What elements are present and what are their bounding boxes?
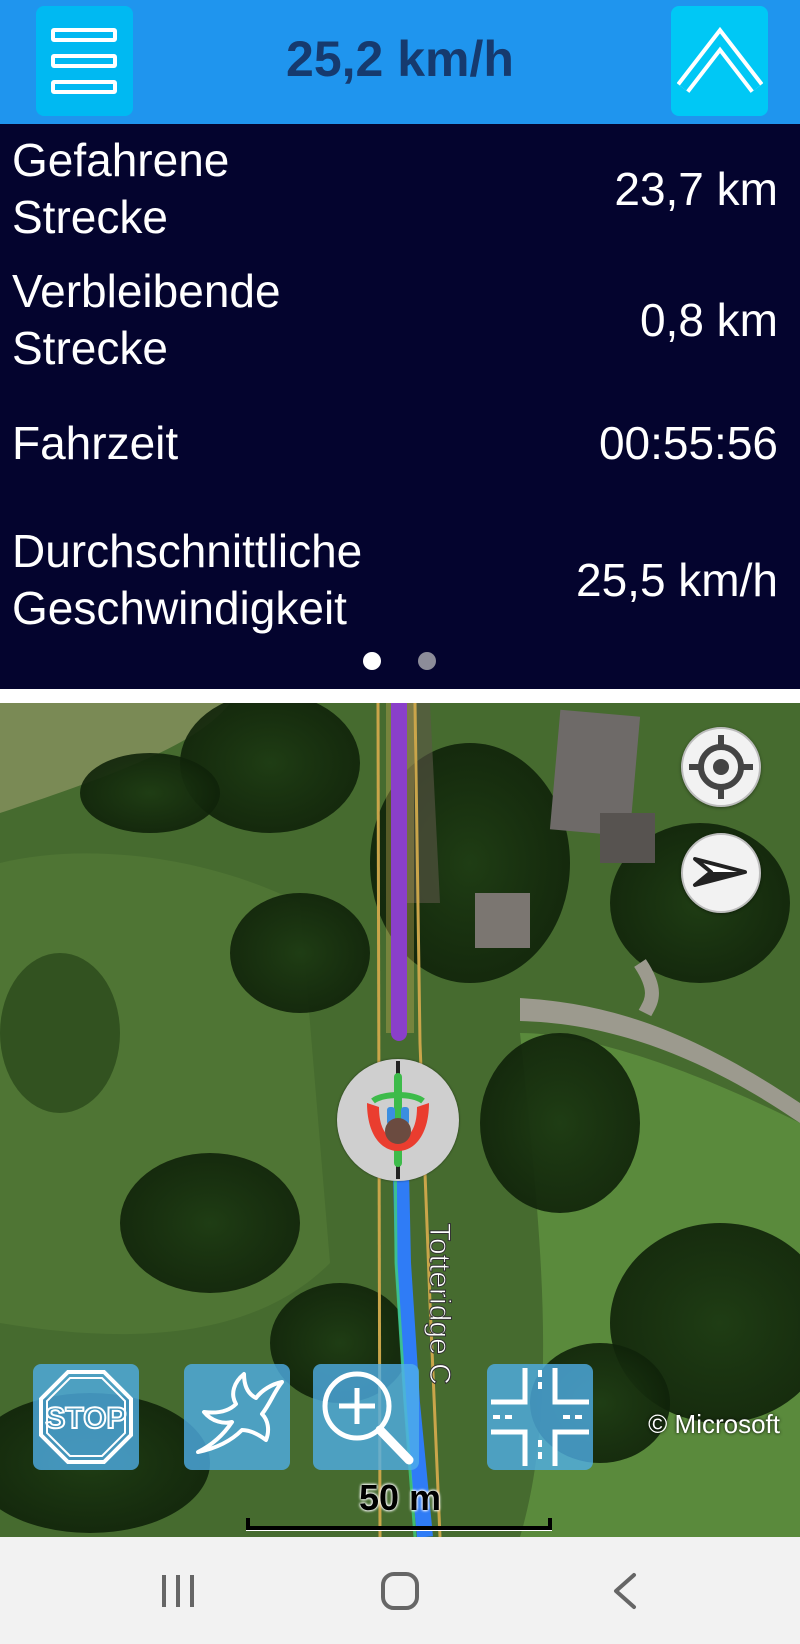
top-bar: 25,2 km/h [0,0,800,124]
stat-label: Verbleibende Strecke [12,265,281,374]
current-speed: 25,2 km/h [286,31,514,87]
stat-label: Durchschnittliche Geschwindigkeit [12,525,363,634]
current-position-marker [337,1059,459,1181]
dove-icon [196,1372,284,1454]
back-icon[interactable] [596,1537,656,1644]
stat-value: 0,8 km [639,293,778,346]
map-attribution: © Microsoft [648,1409,780,1439]
scale-bar [246,1518,552,1530]
stat-value: 25,5 km/h [576,553,778,606]
stat-label: Gefahrene Strecke [12,134,230,243]
trip-stats-panel[interactable]: Gefahrene Strecke 23,7 km Verbleibende S… [0,124,800,689]
zoom-in-button[interactable] [313,1364,419,1470]
stat-row-remaining: Verbleibende Strecke 0,8 km [12,263,778,377]
compass-button[interactable] [681,833,761,913]
page-dot[interactable] [418,652,436,670]
page-dot-active[interactable] [363,652,381,670]
svg-text:STOP: STOP [45,1402,126,1435]
map-view[interactable]: Totteridge C STOP © Microsoft 50 m [0,703,800,1537]
system-navigation-bar [0,1537,800,1644]
stat-value: 23,7 km [614,162,778,215]
junction-view-button[interactable] [487,1364,593,1470]
stat-label: Fahrzeit [12,417,179,469]
stat-row-duration: Fahrzeit 00:55:56 [12,415,778,472]
scale-label: 50 m [358,1477,442,1518]
bird-view-button[interactable] [184,1364,290,1470]
stop-sign-icon: STOP [39,1370,133,1464]
recent-apps-icon[interactable] [150,1537,210,1644]
zoom-in-icon [322,1371,414,1465]
chevron-up-icon [677,26,763,93]
home-icon[interactable] [370,1537,430,1644]
stop-button[interactable]: STOP [33,1364,139,1470]
divider [0,689,800,703]
stat-row-distance: Gefahrene Strecke 23,7 km [12,132,778,246]
crosshair-locate-icon [689,735,753,799]
stat-value: 00:55:56 [598,417,778,469]
collapse-button[interactable] [671,6,768,116]
menu-button[interactable] [36,6,133,116]
locate-button[interactable] [681,727,761,807]
compass-arrow-icon [693,857,747,887]
intersection-icon [491,1368,589,1466]
cyclist-icon [367,1061,429,1179]
page-indicator [0,652,800,672]
stat-row-avg-speed: Durchschnittliche Geschwindigkeit 25,5 k… [12,523,778,637]
street-name-label: Totteridge C [423,1223,456,1385]
